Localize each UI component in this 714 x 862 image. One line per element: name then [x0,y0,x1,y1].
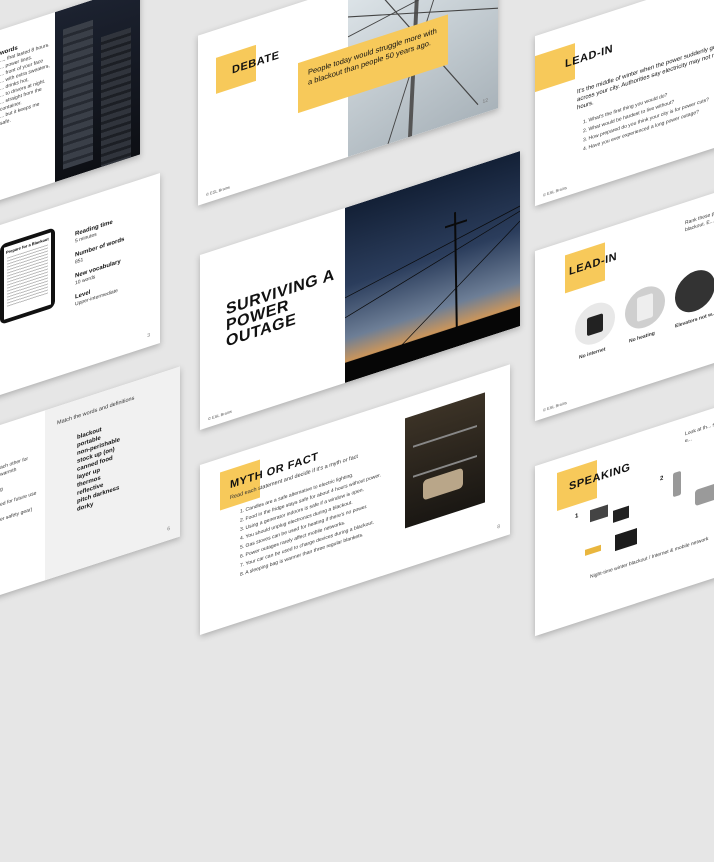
rank-label-1: No internet [579,346,606,361]
page-number: 3 [147,332,150,340]
camping-stove-image [590,504,608,523]
match-panel: Match the words and definitions blackout… [45,366,180,581]
brand-footer: © ESL Brains [206,184,230,198]
brand-footer: © ESL Brains [543,184,567,198]
page-number: 6 [167,525,170,533]
cover-title: SURVIVING A POWER OUTAGE [226,266,335,351]
group-number-1: 1 [575,513,579,521]
leadin2-instruction: Rank these pr... a blackout. E... [685,208,714,234]
elevators-image [675,264,714,318]
radio-image [613,505,629,523]
blanket-image [695,483,714,507]
rank-label-3: Elevators not w... [675,310,714,330]
speaking-caption: Night-time winter blackout / Internet & … [590,535,709,581]
brand-footer: © ESL Brains [208,408,232,422]
dark-fridge-photo [405,392,485,529]
power-bank-image [615,528,637,552]
speaking-instruction: Look at th... situation e... [685,416,714,445]
flashlight-image [585,544,601,556]
slide-leadin-questions: LEAD-IN It's the middle of winter when t… [535,0,714,207]
rank-label-2: No heating [629,330,655,345]
utility-pole-silhouette [345,205,520,383]
group-number-2: 2 [660,475,664,483]
brand-footer: © ESL Brains [543,399,567,413]
night-buildings-photo [55,0,140,183]
no-heating-image [625,280,665,334]
tablet-mockup: Prepare for a Blackout [0,227,55,325]
page-number: 8 [497,523,500,531]
no-internet-image [575,297,615,351]
thermos-image [673,470,681,498]
dusk-power-line-photo [345,151,520,383]
slide-collage: words ..., that lasted 8 hours. ... powe… [0,0,714,637]
slide-match-words: ach other for warmth g ed for future use… [0,366,180,634]
